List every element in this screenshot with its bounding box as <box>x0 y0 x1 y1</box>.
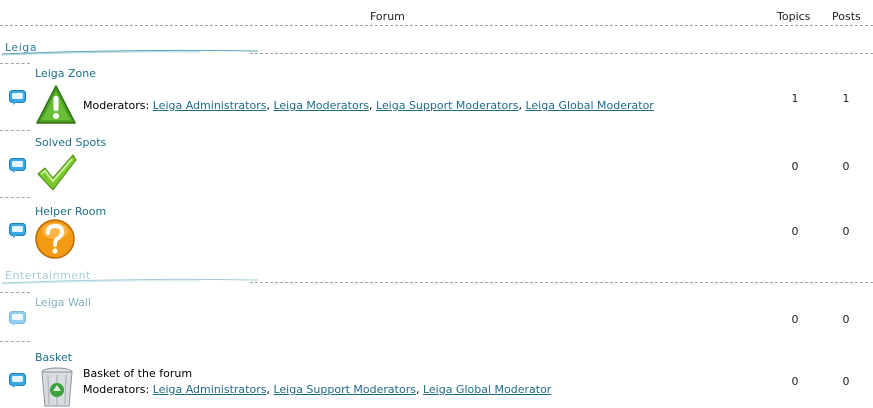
posts-count: 0 <box>842 313 850 326</box>
topics-count: 0 <box>791 313 799 326</box>
category-swoosh <box>1 278 259 285</box>
posts-count: 1 <box>842 92 850 105</box>
row-tick <box>0 130 30 131</box>
posts-count: 0 <box>842 375 850 388</box>
posts-column-header: Posts <box>832 10 861 23</box>
forum-title-link[interactable]: Leiga Wall <box>35 296 91 309</box>
posts-count: 0 <box>842 160 850 173</box>
speech-bubble-icon <box>9 158 26 173</box>
moderator-link[interactable]: Leiga Moderators <box>273 99 369 112</box>
category-divider <box>250 282 873 283</box>
topics-count: 0 <box>791 375 799 388</box>
topics-count: 0 <box>791 160 799 173</box>
row-tick <box>0 292 30 293</box>
header-divider <box>0 25 873 26</box>
category-swoosh <box>1 49 259 56</box>
row-tick <box>0 341 30 342</box>
posts-count: 0 <box>842 225 850 238</box>
moderator-link[interactable]: Leiga Support Moderators <box>376 99 519 112</box>
forum-title-link[interactable]: Basket <box>35 351 72 364</box>
row-tick <box>0 197 30 198</box>
moderator-link[interactable]: Leiga Global Moderator <box>423 383 551 396</box>
speech-bubble-icon <box>9 223 26 238</box>
row-tick <box>0 63 30 64</box>
moderators-label: Moderators: <box>83 383 150 396</box>
category-divider <box>250 53 873 54</box>
speech-bubble-icon <box>9 373 26 388</box>
question-mark-icon <box>35 219 75 259</box>
checkmark-icon <box>37 154 77 191</box>
speech-bubble-icon <box>9 90 26 105</box>
topics-column-header: Topics <box>777 10 811 23</box>
forum-column-header: Forum <box>370 10 405 23</box>
warning-exclamation-icon <box>36 85 76 124</box>
forum-description: Basket of the forum <box>83 367 193 380</box>
forum-moderators: Moderators: Leiga Administrators, Leiga … <box>83 99 654 112</box>
forum-title-link[interactable]: Helper Room <box>35 205 106 218</box>
forum-moderators: Moderators: Leiga Administrators, Leiga … <box>83 383 552 396</box>
topics-count: 0 <box>791 225 799 238</box>
forum-title-link[interactable]: Leiga Zone <box>35 67 96 80</box>
moderator-link[interactable]: Leiga Administrators <box>153 99 267 112</box>
moderator-link[interactable]: Leiga Support Moderators <box>273 383 416 396</box>
forum-title-link[interactable]: Solved Spots <box>35 136 106 149</box>
moderator-link[interactable]: Leiga Administrators <box>153 383 267 396</box>
speech-bubble-icon <box>9 311 26 326</box>
moderators-label: Moderators: <box>83 99 150 112</box>
moderator-link[interactable]: Leiga Global Moderator <box>525 99 653 112</box>
topics-count: 1 <box>791 92 799 105</box>
recycle-bin-icon <box>41 367 73 407</box>
